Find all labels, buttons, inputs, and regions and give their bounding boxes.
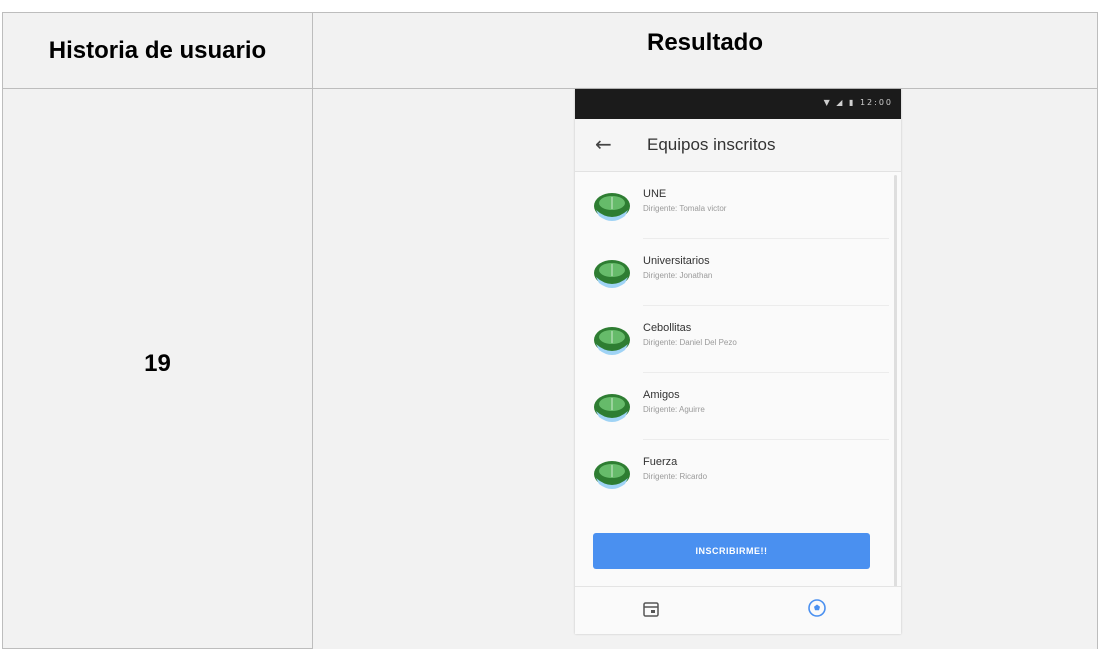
team-name: Cebollitas [643,322,692,334]
list-item[interactable]: Amigos Dirigente: Aguirre [575,373,901,440]
phone-screenshot: ▼ ◢ ▮ 12:00 ← Equipos inscritos UNE Diri… [575,89,901,634]
stadium-avatar-icon [594,327,630,355]
soccer-ball-icon[interactable] [807,598,827,618]
stadium-avatar-icon [594,461,630,489]
status-icons: ▼ ◢ ▮ 12:00 [823,98,893,107]
team-leader: Dirigente: Jonathan [643,271,713,280]
arrow-left-icon[interactable]: ← [595,132,612,156]
list-item[interactable]: Fuerza Dirigente: Ricardo [575,440,901,507]
stadium-avatar-icon [594,260,630,288]
header-historia-de-usuario: Historia de usuario [2,12,313,89]
page-title: Equipos inscritos [647,135,776,154]
list-item[interactable]: UNE Dirigente: Tomala victor [575,172,901,239]
user-story-table: Historia de usuario Resultado 19 [0,0,1100,649]
bottom-navigation [575,586,901,634]
list-item[interactable]: Universitarios Dirigente: Jonathan [575,239,901,306]
team-leader: Dirigente: Ricardo [643,472,708,481]
inscribirme-button[interactable]: INSCRIBIRME!! [593,533,870,569]
stadium-avatar-icon [594,394,630,422]
status-bar: ▼ ◢ ▮ 12:00 [575,89,901,119]
team-leader: Dirigente: Tomala victor [643,204,727,213]
team-name: Universitarios [643,255,710,267]
team-list: UNE Dirigente: Tomala victor Universitar… [575,172,901,507]
story-number: 19 [2,89,313,649]
team-name: Amigos [643,389,680,401]
list-item[interactable]: Cebollitas Dirigente: Daniel Del Pezo [575,306,901,373]
stadium-avatar-icon [594,193,630,221]
app-bar: ← Equipos inscritos [575,119,901,172]
header-resultado: Resultado [313,12,1098,89]
calendar-icon[interactable] [642,600,660,618]
team-leader: Dirigente: Aguirre [643,405,705,414]
team-name: UNE [643,188,667,200]
team-name: Fuerza [643,456,678,468]
team-leader: Dirigente: Daniel Del Pezo [643,338,737,347]
